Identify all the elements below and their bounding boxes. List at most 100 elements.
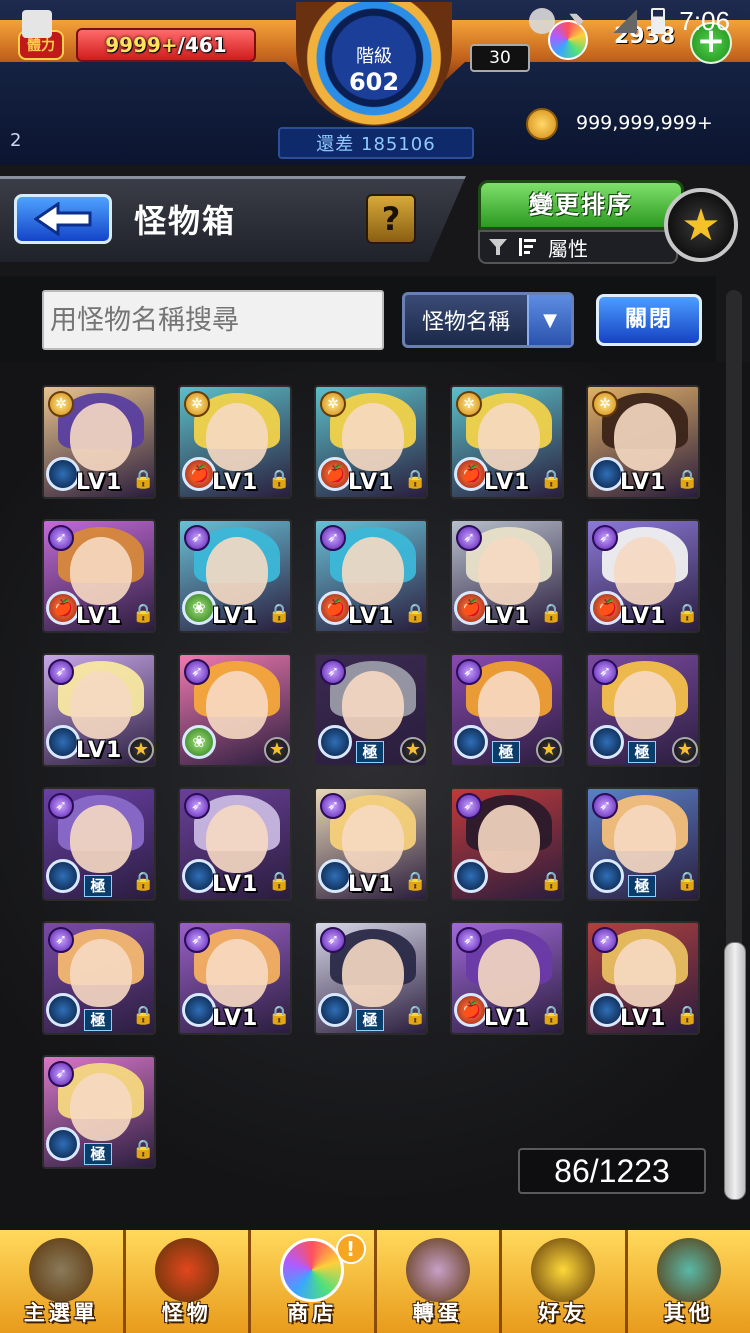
dark-element-icon [318,993,352,1027]
wifi-icon [569,13,600,33]
search-type-dropdown[interactable]: 怪物名稱 ▼ [402,292,574,348]
monster-card[interactable]: ➶ LV1 🔒 [586,921,700,1035]
monster-card[interactable]: ✲ 🍎 LV1 🔒 [178,385,292,499]
dark-type-icon: ➶ [592,793,618,819]
dark-type-icon: ➶ [592,525,618,551]
nav-item[interactable]: 其他 [627,1230,750,1333]
dark-type-icon: ➶ [456,927,482,953]
close-search-button[interactable]: 關閉 [596,294,702,346]
monster-face [478,939,540,1007]
monster-card[interactable]: ➶ LV1 🔒 [178,921,292,1035]
fire-element-icon: 🍎 [182,457,216,491]
monster-face [206,805,268,873]
help-button[interactable]: ? [366,194,416,244]
dark-element-icon [46,725,80,759]
monster-card[interactable]: ➶ 🍎 LV1 🔒 [42,519,156,633]
lock-icon: 🔒 [268,603,291,624]
dark-element-icon [590,725,624,759]
monster-card[interactable]: ➶ LV1 🔒 [178,787,292,901]
monster-face [342,537,404,605]
monster-card[interactable]: ➶ LV1 🔒 [314,787,428,901]
monster-level: LV1 [348,470,395,495]
dark-element-icon [318,725,352,759]
chevron-down-icon: ▼ [527,295,571,345]
monster-card[interactable]: ✲ LV1 🔒 [42,385,156,499]
home-gate-icon [29,1238,94,1302]
nav-item[interactable]: 主選單 [0,1230,126,1333]
monster-face [70,403,132,471]
nav-item[interactable]: 好友 [502,1230,628,1333]
monster-face [614,537,676,605]
gacha-characters-icon [405,1238,470,1302]
scrollbar-thumb[interactable] [724,942,746,1200]
search-input[interactable] [42,290,384,350]
favorite-star-button[interactable]: ★ [664,188,738,262]
lock-icon: 🔒 [404,603,427,624]
monster-card[interactable]: ➶ 🍎 LV1 🔒 [586,519,700,633]
monster-face [478,403,540,471]
monster-card[interactable]: ➶ 極 🔒 [42,1055,156,1169]
monster-card[interactable]: ✲ 🍎 LV1 🔒 [314,385,428,499]
monster-face [70,939,132,1007]
search-type-label: 怪物名稱 [421,310,510,335]
dark-element-icon [318,859,352,893]
lock-icon: 🔒 [268,1005,291,1026]
monster-card[interactable]: ➶ 🍎 LV1 🔒 [450,921,564,1035]
monster-card[interactable]: ➶ 🍎 LV1 🔒 [314,519,428,633]
dark-type-icon: ➶ [184,927,210,953]
monster-level: LV1 [212,1006,259,1031]
monster-card[interactable]: ➶ 極 🔒 [586,787,700,901]
lock-icon: 🔒 [132,603,155,624]
chest-count[interactable]: 30 [470,44,530,72]
light-type-icon: ✲ [184,391,210,417]
sort-filter-display[interactable]: 屬性 [478,230,678,264]
monster-card[interactable]: ✲ LV1 🔒 [586,385,700,499]
rank-label: 階級 [356,46,392,67]
sort-button[interactable]: 變更排序 [478,180,684,230]
coin-count: 999,999,999+ [576,112,713,134]
nav-item[interactable]: 商店! [251,1230,377,1333]
monster-face [70,1073,132,1141]
monster-card[interactable]: ➶ 極 🔒 [42,787,156,901]
monster-level: LV1 [348,872,395,897]
monster-face [614,805,676,873]
monster-level: LV1 [484,1006,531,1031]
monster-card[interactable]: ➶ 極 ★ [450,653,564,767]
monster-card[interactable]: ➶ 極 🔒 [42,921,156,1035]
dark-element-icon [182,993,216,1027]
monster-card[interactable]: ➶ 極 🔒 [314,921,428,1035]
monster-card[interactable]: ➶ LV1 ★ [42,653,156,767]
kiwami-badge: 極 [628,741,656,763]
dark-element-icon [46,993,80,1027]
clock: 7:06 [679,5,730,36]
favorite-star-icon: ★ [400,737,426,763]
monster-card[interactable]: ✲ 🍎 LV1 🔒 [450,385,564,499]
monster-level: LV1 [620,470,667,495]
monster-face [478,671,540,739]
monster-card[interactable]: ➶ ❀ ★ [178,653,292,767]
monster-card[interactable]: ➶ 🔒 [450,787,564,901]
nav-item[interactable]: 轉蛋 [376,1230,502,1333]
monster-level: LV1 [212,470,259,495]
lock-icon: 🔒 [540,469,563,490]
monster-card[interactable]: ➶ 極 ★ [586,653,700,767]
back-arrow-icon [34,202,92,236]
monster-card[interactable]: ➶ ❀ LV1 🔒 [178,519,292,633]
sort-filter-label: 屬性 [548,236,588,261]
status-bar: 7:06 [0,0,750,42]
fire-element-icon: 🍎 [318,591,352,625]
dark-type-icon: ➶ [184,525,210,551]
kiwami-badge: 極 [492,741,520,763]
nav-item[interactable]: 怪物 [125,1230,251,1333]
back-button[interactable] [14,194,112,244]
monster-level: LV1 [76,738,123,763]
lock-icon: 🔒 [132,1005,155,1026]
monster-face [342,671,404,739]
light-type-icon: ✲ [48,391,74,417]
monster-card[interactable]: ➶ 極 ★ [314,653,428,767]
monster-card[interactable]: ➶ 🍎 LV1 🔒 [450,519,564,633]
dark-element-icon [46,859,80,893]
monster-level: LV1 [212,872,259,897]
nav-label: 轉蛋 [412,1301,463,1325]
kiwami-badge: 極 [356,741,384,763]
